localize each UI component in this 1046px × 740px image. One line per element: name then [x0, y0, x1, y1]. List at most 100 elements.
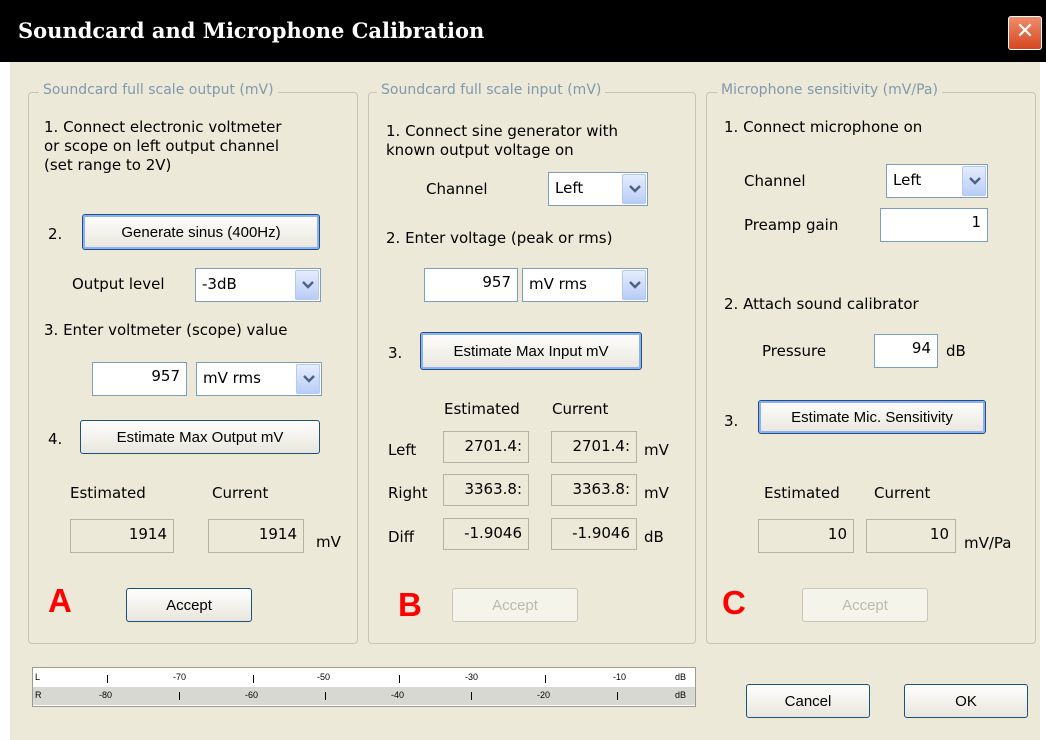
output-level-label: Output level [72, 275, 165, 293]
c-current-label: Current [874, 484, 931, 502]
estimate-max-input-button[interactable]: Estimate Max Input mV [420, 332, 642, 370]
meter-top-label: -30 [465, 672, 479, 682]
generate-sinus-button[interactable]: Generate sinus (400Hz) [82, 214, 320, 250]
c-step1-text: 1. Connect microphone on [724, 118, 923, 136]
level-meter: L R -70 -50 -30 -10 dB -80 -60 -40 -20 d… [32, 667, 696, 707]
b-diff-estimated: -1.9046 [443, 518, 529, 550]
a-unit-select[interactable]: mV rms [196, 362, 322, 396]
title-bar: Soundcard and Microphone Calibration ✕ [0, 0, 1046, 62]
b-estimated-label: Estimated [444, 400, 520, 418]
chevron-down-icon[interactable] [622, 174, 646, 204]
meter-tick [399, 675, 400, 683]
label-letter-b: B [398, 586, 422, 623]
a-step1-line1: 1. Connect electronic voltmeter [44, 118, 282, 136]
b-current-label: Current [552, 400, 609, 418]
estimate-mic-sensitivity-button[interactable]: Estimate Mic. Sensitivity [758, 400, 986, 434]
a-step4-number: 4. [48, 430, 63, 448]
a-estimated-label: Estimated [70, 484, 146, 502]
b-left-unit: mV [644, 441, 669, 459]
meter-bottom-label: dB [675, 690, 687, 700]
meter-bottom-label: -80 [99, 690, 113, 700]
chevron-down-icon[interactable] [622, 270, 646, 300]
a-step1-line2: or scope on left output channel [44, 137, 279, 155]
meter-bottom-label: -20 [537, 690, 551, 700]
meter-tick [471, 692, 472, 700]
a-step2-number: 2. [48, 225, 63, 243]
a-current-value: 1914 [208, 519, 304, 553]
b-right-unit: mV [644, 484, 669, 502]
meter-tick [545, 675, 546, 683]
c-channel-select[interactable]: Left [886, 164, 988, 198]
meter-row-r: R [35, 690, 42, 700]
window-right-border [1040, 62, 1046, 740]
output-level-select[interactable]: -3dB [195, 268, 321, 302]
b-diff-current: -1.9046 [551, 518, 637, 550]
chevron-down-icon[interactable] [295, 270, 319, 300]
b-step1-line2: known output voltage on [386, 141, 574, 159]
meter-top-label: -10 [613, 672, 627, 682]
estimate-max-output-button[interactable]: Estimate Max Output mV [80, 420, 320, 454]
b-row-left-label: Left [388, 441, 417, 459]
output-level-value: -3dB [202, 275, 237, 293]
c-current-value: 10 [866, 519, 956, 553]
c-pressure-input[interactable]: 94 [874, 334, 938, 368]
b-diff-unit: dB [644, 528, 664, 546]
label-letter-c: C [722, 584, 746, 621]
chevron-down-icon[interactable] [962, 166, 986, 196]
c-preamp-label: Preamp gain [744, 216, 839, 234]
b-step2-text: 2. Enter voltage (peak or rms) [386, 229, 613, 247]
b-unit-select[interactable]: mV rms [522, 268, 648, 302]
meter-tick [253, 675, 254, 683]
c-pressure-label: Pressure [762, 342, 827, 360]
c-unit-label: mV/Pa [964, 534, 1012, 552]
window-title: Soundcard and Microphone Calibration [18, 18, 485, 43]
c-estimated-value: 10 [758, 519, 854, 553]
a-step3-text: 3. Enter voltmeter (scope) value [44, 321, 288, 339]
b-right-estimated: 3363.8: [443, 474, 529, 506]
c-estimated-label: Estimated [764, 484, 840, 502]
meter-tick [179, 692, 180, 700]
chevron-down-icon[interactable] [296, 364, 320, 394]
c-pressure-unit: dB [946, 342, 966, 360]
meter-tick [107, 675, 108, 683]
meter-bottom-band [33, 687, 695, 705]
a-step1-line3: (set range to 2V) [44, 156, 172, 174]
b-step1-line1: 1. Connect sine generator with [386, 122, 619, 140]
b-row-right-label: Right [388, 484, 428, 502]
meter-tick [617, 692, 618, 700]
ok-button[interactable]: OK [904, 684, 1028, 718]
b-left-current: 2701.4: [551, 431, 637, 463]
b-channel-label: Channel [426, 180, 488, 198]
a-accept-button[interactable]: Accept [126, 588, 252, 622]
c-preamp-input[interactable]: 1 [880, 208, 988, 242]
meter-bottom-label: -60 [245, 690, 259, 700]
b-step3-number: 3. [388, 344, 403, 362]
b-right-current: 3363.8: [551, 474, 637, 506]
meter-top-label: -50 [317, 672, 331, 682]
a-voltage-input[interactable]: 957 [92, 362, 187, 396]
meter-row-l: L [35, 672, 41, 682]
b-row-diff-label: Diff [388, 528, 415, 546]
meter-bottom-label: -40 [391, 690, 405, 700]
a-unit-value: mV rms [203, 369, 261, 387]
b-accept-button[interactable]: Accept [452, 588, 578, 622]
group-c-legend: Microphone sensitivity (mV/Pa) [717, 82, 942, 98]
b-channel-select[interactable]: Left [548, 172, 648, 206]
c-step3-number: 3. [724, 412, 739, 430]
meter-top-label: -70 [173, 672, 187, 682]
meter-tick [325, 692, 326, 700]
close-button[interactable]: ✕ [1008, 16, 1042, 50]
c-channel-value: Left [893, 171, 922, 189]
cancel-button[interactable]: Cancel [746, 684, 870, 718]
b-voltage-input[interactable]: 957 [424, 268, 518, 302]
meter-top-label: dB [675, 672, 687, 682]
b-unit-value: mV rms [529, 275, 587, 293]
c-step2-text: 2. Attach sound calibrator [724, 295, 919, 313]
b-channel-value: Left [555, 179, 584, 197]
b-left-estimated: 2701.4: [443, 431, 529, 463]
a-unit-label: mV [316, 533, 341, 551]
c-accept-button[interactable]: Accept [802, 588, 928, 622]
group-a-legend: Soundcard full scale output (mV) [39, 82, 278, 98]
label-letter-a: A [48, 582, 72, 619]
a-estimated-value: 1914 [70, 519, 174, 553]
